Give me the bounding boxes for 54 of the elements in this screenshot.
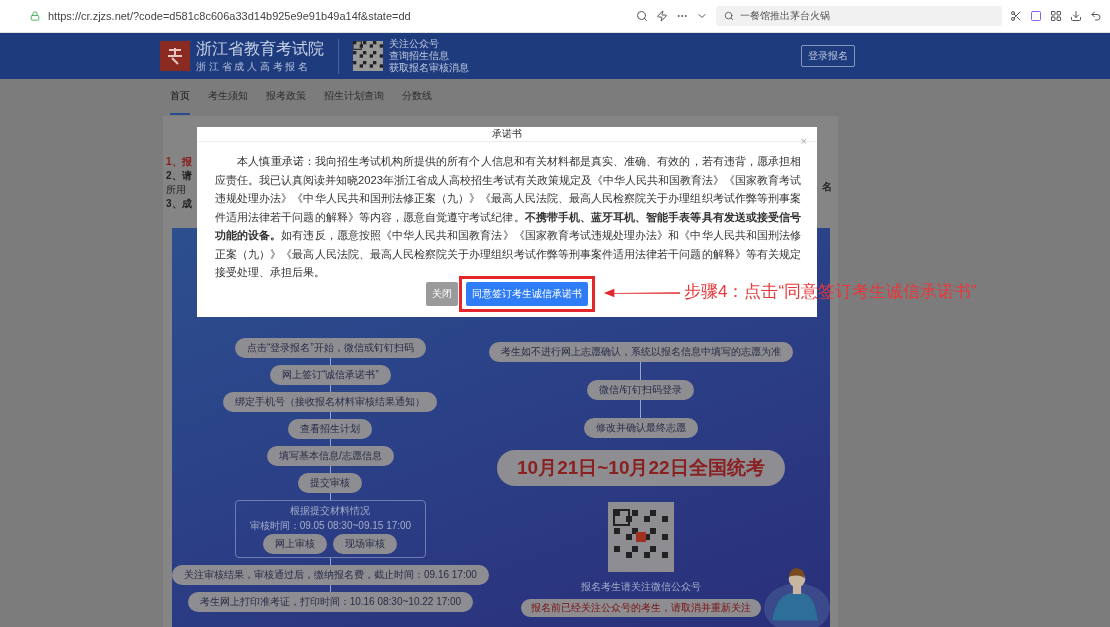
flow-step: 网上签订“诚信承诺书” <box>270 365 391 385</box>
grid-icon[interactable] <box>1050 10 1062 22</box>
address-bar[interactable]: https://cr.zjzs.net/?code=d581c8c606a33d14b925e9e91b49a14f&state=dd <box>48 10 628 22</box>
flow-step: 修改并确认最终志愿 <box>583 418 698 438</box>
agree-button[interactable]: 同意签订考生诚信承诺书 <box>466 281 588 306</box>
undo-icon[interactable] <box>1090 10 1102 22</box>
search-field[interactable]: 一餐馆推出茅台火锅 <box>716 6 1002 26</box>
nav-tab[interactable]: 报考政策 <box>266 89 306 115</box>
qr-code-icon <box>353 41 383 71</box>
pledge-text: 本人慎重承诺：我向招生考试机构所提供的所有个人信息和有关材料都是真实、准确、有效的，若有违背，愿承担相应责任。我已认真阅读并知晓2023年浙江省成人高校招生考试有关政策规定及《中华人民共和国教育法》《国家教育考试违规处理办法》《中华人民共和国刑法修正案（九）》《最高人民法院、最高人民检察院关于办理组织考试作弊等刑事案件适用法律若干问题的解释》等内容，愿意自觉遵守考试纪律。不携带手机、蓝牙耳机、智能手表等具有发送或接受信号功能的设备。如有违反，愿意按照《中华人民共和国教育法》《国家教育考试违规处理办法》和《中华人民共和国刑法修正案（九）》《最高人民法院、最高人民检察院关于办理组织考试作弊等刑事案件适用法律若干问题的解释》等有关规定接受处理、承担后果。 <box>215 154 801 280</box>
flow-step: 微信/钉钉扫码登录 <box>587 380 695 400</box>
nav-tab[interactable]: 招生计划查询 <box>324 89 384 115</box>
site-name: 浙江省教育考试院 <box>196 38 324 59</box>
flow-step: 提交审核 <box>298 473 363 493</box>
notice-text: 所用 <box>166 184 187 196</box>
close-button[interactable]: × <box>800 135 807 147</box>
square-icon[interactable] <box>1030 10 1042 22</box>
flow-step: 点击“登录报名”开始，微信或钉钉扫码 <box>235 338 426 358</box>
qr-code-icon <box>607 502 674 572</box>
group-caption: 根据提交材料情况 <box>290 504 371 518</box>
follow-notice: 报名前已经关注公众号的考生，请取消并重新关注 <box>520 599 761 617</box>
arrow-icon <box>604 287 680 299</box>
notice-text: 1、报 <box>166 156 192 168</box>
exam-date-banner: 10月21日~10月22日全国统考 <box>497 450 785 486</box>
qr-caption: 报名考生请关注微信公众号 <box>580 580 701 594</box>
notice-text: 2、请 <box>166 170 192 182</box>
follow-text: 关注公众号 <box>389 38 440 50</box>
lightning-icon[interactable] <box>656 10 668 22</box>
notice-text: 名 <box>822 180 832 194</box>
follow-text: 获取报名审核消息 <box>389 62 469 74</box>
flow-step: 填写基本信息/志愿信息 <box>267 446 394 466</box>
flow-step: 网上审核 <box>263 534 328 554</box>
lock-icon <box>30 11 40 21</box>
site-subtitle: 浙 江 省 成 人 高 考 报 名 <box>196 59 310 74</box>
nav-tab[interactable]: 考生须知 <box>208 89 248 115</box>
search-icon[interactable] <box>636 10 648 22</box>
flow-step: 绑定手机号（接收报名材料审核结果通知） <box>223 392 438 412</box>
scissors-icon[interactable] <box>1010 10 1022 22</box>
flow-step: 现场审核 <box>333 534 398 554</box>
close-button[interactable]: 关闭 <box>426 281 458 306</box>
flow-step: 关注审核结果，审核通过后，缴纳报名费，截止时间：09.16 17:00 <box>172 565 489 585</box>
notice-text: 3、成 <box>166 198 192 210</box>
flow-step: 查看招生计划 <box>288 419 373 439</box>
login-button[interactable]: 登录报名 <box>801 45 855 67</box>
download-icon[interactable] <box>1070 10 1082 22</box>
logo-icon <box>160 41 190 71</box>
nav-tab[interactable]: 分数线 <box>402 89 432 115</box>
dialog-title: 承诺书 <box>492 127 522 141</box>
search-text: 一餐馆推出茅台火锅 <box>740 9 830 23</box>
review-time: 审核时间：09.05 08:30~09.15 17:00 <box>249 519 412 533</box>
follow-text: 查询招生信息 <box>389 50 450 62</box>
search-icon <box>724 11 734 21</box>
flow-step: 考生网上打印准考证，打印时间：10.16 08:30~10.22 17:00 <box>187 592 474 612</box>
flow-step: 考生如不进行网上志愿确认，系统以报名信息中填写的志愿为准 <box>488 342 793 362</box>
